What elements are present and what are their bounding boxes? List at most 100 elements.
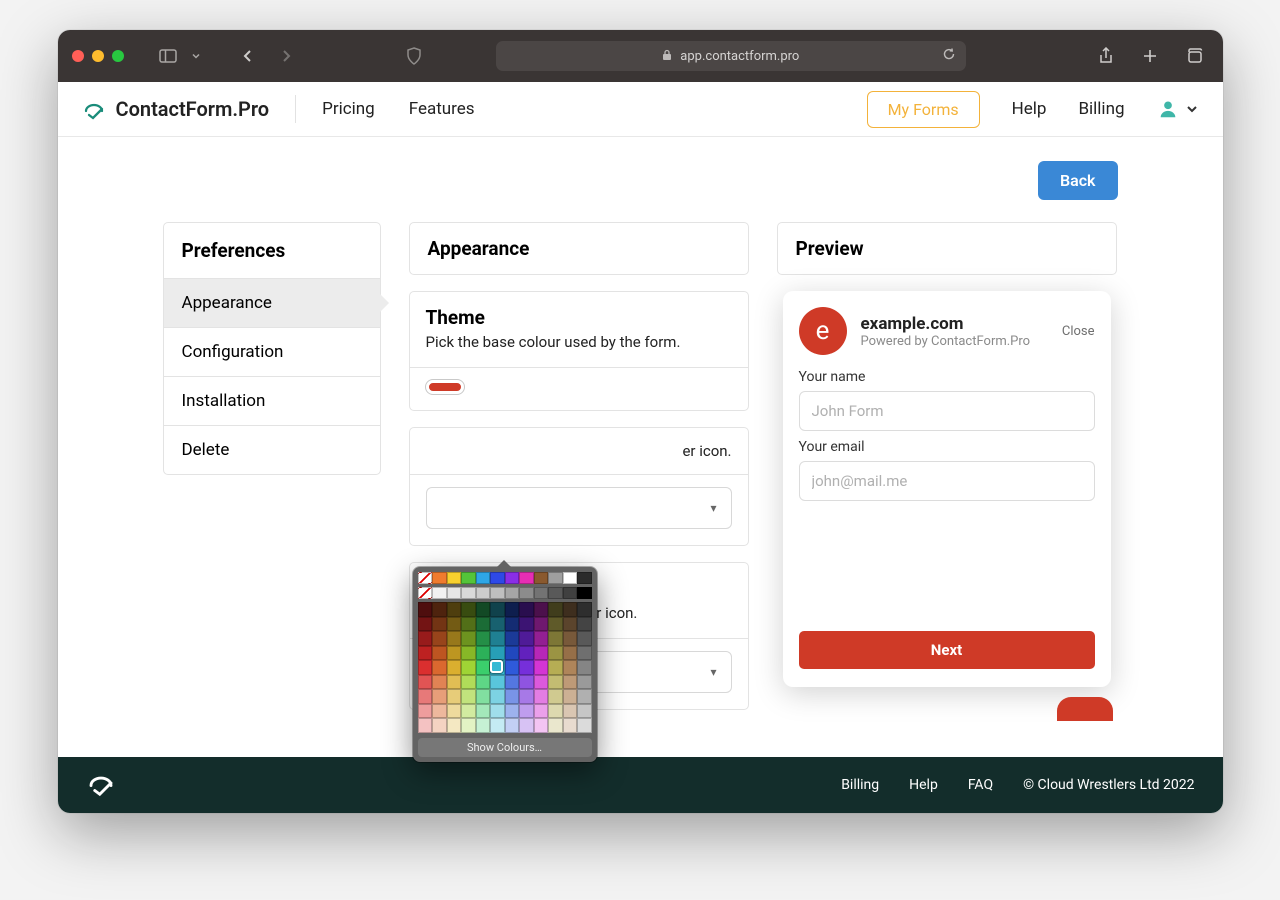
color-swatch-cell[interactable] — [534, 587, 549, 599]
color-swatch-cell[interactable] — [534, 646, 549, 661]
color-swatch-cell[interactable] — [476, 660, 491, 675]
brand[interactable]: ContactForm.Pro — [82, 97, 270, 121]
color-swatch-cell[interactable] — [461, 675, 476, 690]
color-swatch-cell[interactable] — [534, 631, 549, 646]
color-swatch-cell[interactable] — [505, 718, 520, 733]
color-swatch-cell[interactable] — [461, 602, 476, 617]
color-swatch-cell[interactable] — [461, 631, 476, 646]
color-swatch-cell[interactable] — [476, 602, 491, 617]
preview-close-link[interactable]: Close — [1062, 324, 1095, 339]
color-swatch-cell[interactable] — [577, 646, 592, 661]
color-swatch-cell[interactable] — [432, 660, 447, 675]
sidebar-item-delete[interactable]: Delete — [164, 426, 380, 474]
color-swatch-cell[interactable] — [577, 602, 592, 617]
color-swatch-cell[interactable] — [461, 660, 476, 675]
share-icon[interactable] — [1092, 42, 1120, 70]
open-icon-select[interactable] — [426, 487, 732, 529]
back-button[interactable]: Back — [1038, 161, 1118, 200]
color-swatch-cell[interactable] — [461, 718, 476, 733]
color-swatch-cell[interactable] — [534, 602, 549, 617]
color-swatch-cell[interactable] — [519, 617, 534, 632]
color-swatch-cell[interactable] — [432, 646, 447, 661]
color-swatch-cell[interactable] — [490, 718, 505, 733]
color-swatch-cell[interactable] — [563, 631, 578, 646]
color-swatch-cell[interactable] — [534, 718, 549, 733]
color-swatch-cell[interactable] — [534, 660, 549, 675]
color-swatch-cell[interactable] — [432, 631, 447, 646]
color-swatch-cell[interactable] — [490, 704, 505, 719]
color-swatch-cell[interactable] — [519, 602, 534, 617]
color-swatch-cell[interactable] — [432, 718, 447, 733]
nav-pricing[interactable]: Pricing — [322, 99, 375, 119]
color-swatch-cell[interactable] — [577, 631, 592, 646]
color-swatch-cell[interactable] — [461, 646, 476, 661]
color-swatch-cell[interactable] — [418, 587, 433, 599]
color-swatch-cell[interactable] — [505, 602, 520, 617]
color-swatch-cell[interactable] — [519, 718, 534, 733]
color-swatch-cell[interactable] — [534, 689, 549, 704]
color-swatch-cell[interactable] — [563, 602, 578, 617]
color-swatch-cell[interactable] — [548, 587, 563, 599]
color-swatch-cell[interactable] — [447, 631, 462, 646]
color-swatch-cell[interactable] — [505, 675, 520, 690]
color-swatch-cell[interactable] — [476, 617, 491, 632]
color-swatch-cell[interactable] — [505, 572, 520, 584]
color-swatch-cell[interactable] — [447, 718, 462, 733]
color-swatch-cell[interactable] — [563, 646, 578, 661]
color-swatch-cell[interactable] — [563, 675, 578, 690]
color-swatch-cell[interactable] — [418, 617, 433, 632]
sidebar-toggle-icon[interactable] — [154, 42, 182, 70]
color-swatch-cell[interactable] — [447, 572, 462, 584]
nav-help[interactable]: Help — [1012, 99, 1047, 119]
color-swatch-cell[interactable] — [505, 704, 520, 719]
color-swatch-cell[interactable] — [461, 689, 476, 704]
color-swatch-cell[interactable] — [519, 587, 534, 599]
account-menu[interactable] — [1157, 98, 1199, 120]
color-swatch-cell[interactable] — [563, 617, 578, 632]
sidebar-item-installation[interactable]: Installation — [164, 377, 380, 426]
color-swatch-cell[interactable] — [548, 718, 563, 733]
color-swatch-cell[interactable] — [548, 602, 563, 617]
color-swatch-cell[interactable] — [519, 646, 534, 661]
color-swatch-cell[interactable] — [432, 602, 447, 617]
color-swatch-cell[interactable] — [519, 689, 534, 704]
color-swatch-cell[interactable] — [461, 587, 476, 599]
color-swatch-cell[interactable] — [461, 572, 476, 584]
color-swatch-cell[interactable] — [548, 646, 563, 661]
color-swatch-cell[interactable] — [563, 572, 578, 584]
nav-billing[interactable]: Billing — [1078, 99, 1124, 119]
theme-color-swatch[interactable] — [426, 380, 464, 394]
color-swatch-cell[interactable] — [490, 675, 505, 690]
color-swatch-cell[interactable] — [490, 572, 505, 584]
minimize-window-button[interactable] — [92, 50, 104, 62]
chevron-down-icon[interactable] — [188, 42, 204, 70]
color-swatch-cell[interactable] — [418, 704, 433, 719]
color-swatch-cell[interactable] — [432, 704, 447, 719]
color-swatch-cell[interactable] — [418, 660, 433, 675]
color-swatch-cell[interactable] — [432, 689, 447, 704]
color-swatch-cell[interactable] — [447, 646, 462, 661]
color-swatch-cell[interactable] — [563, 660, 578, 675]
reload-icon[interactable] — [942, 47, 956, 65]
color-swatch-cell[interactable] — [534, 675, 549, 690]
color-swatch-cell[interactable] — [447, 602, 462, 617]
color-swatch-cell[interactable] — [577, 660, 592, 675]
color-swatch-cell[interactable] — [490, 587, 505, 599]
color-swatch-cell[interactable] — [563, 689, 578, 704]
color-swatch-cell[interactable] — [577, 572, 592, 584]
color-swatch-cell[interactable] — [548, 704, 563, 719]
footer-billing[interactable]: Billing — [841, 777, 879, 793]
nav-features[interactable]: Features — [409, 99, 475, 119]
color-swatch-cell[interactable] — [577, 675, 592, 690]
color-swatch-cell[interactable] — [418, 602, 433, 617]
color-swatch-cell[interactable] — [505, 617, 520, 632]
sidebar-item-appearance[interactable]: Appearance — [164, 279, 380, 328]
color-swatch-cell[interactable] — [432, 572, 447, 584]
color-swatch-cell[interactable] — [505, 631, 520, 646]
color-swatch-cell[interactable] — [490, 646, 505, 661]
tabs-overview-icon[interactable] — [1180, 42, 1208, 70]
color-swatch-cell[interactable] — [563, 704, 578, 719]
color-swatch-cell[interactable] — [548, 675, 563, 690]
color-swatch-cell[interactable] — [476, 572, 491, 584]
color-swatch-cell[interactable] — [548, 660, 563, 675]
